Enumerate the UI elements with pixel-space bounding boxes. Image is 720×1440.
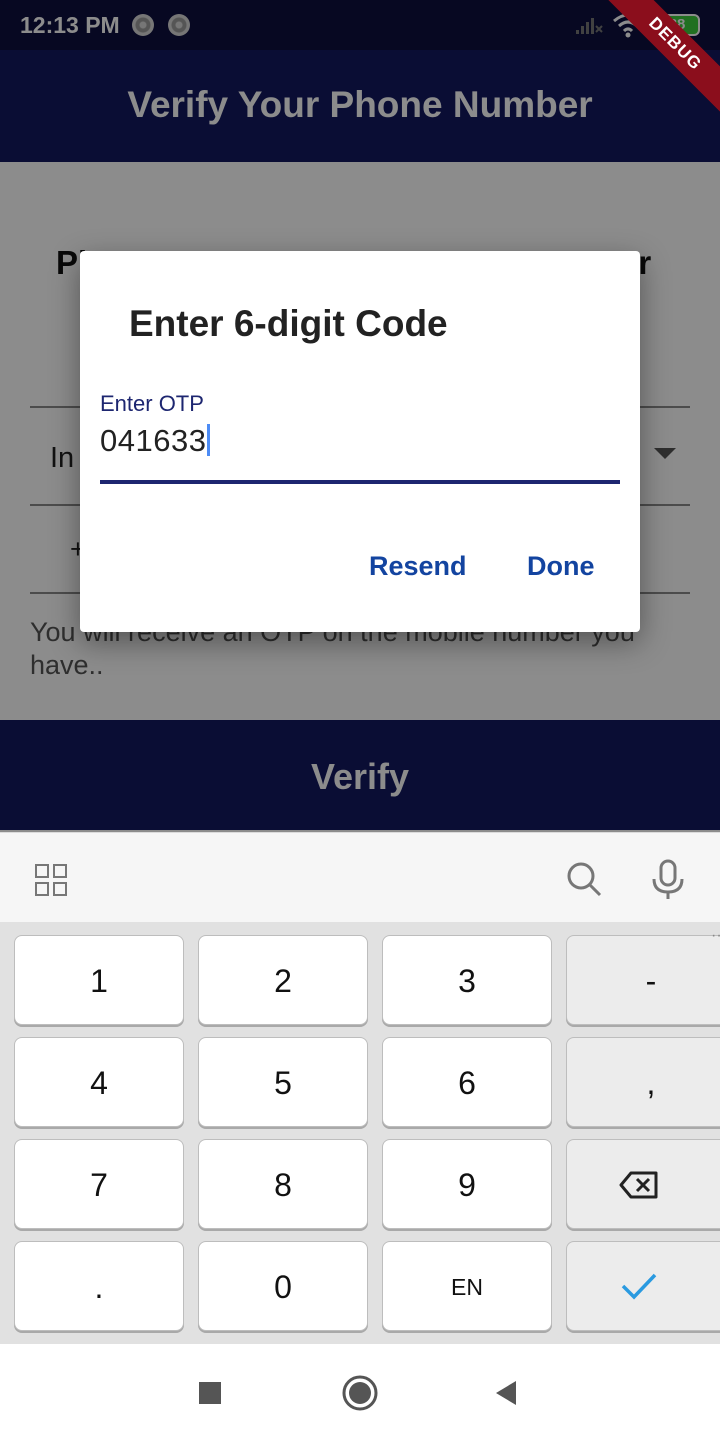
- key-minus-label: -: [645, 963, 657, 999]
- key-6[interactable]: 6: [382, 1037, 552, 1127]
- key-comma[interactable]: ,: [566, 1037, 720, 1127]
- enter-key[interactable]: [566, 1241, 720, 1331]
- keyboard-toolbar: [0, 832, 720, 922]
- key-0[interactable]: 0: [198, 1241, 368, 1331]
- text-cursor: [207, 424, 211, 456]
- otp-input-value: 041633: [100, 423, 207, 458]
- system-nav-bar: [0, 1344, 720, 1440]
- key-2[interactable]: 2: [198, 935, 368, 1025]
- key-8[interactable]: 8: [198, 1139, 368, 1229]
- key-7[interactable]: 7: [14, 1139, 184, 1229]
- checkmark-icon: [621, 1273, 657, 1300]
- key-period[interactable]: .: [14, 1241, 184, 1331]
- key-3[interactable]: 3: [382, 935, 552, 1025]
- otp-dialog: Enter 6-digit Code Enter OTP 041633 Rese…: [80, 251, 640, 632]
- dialog-title: Enter 6-digit Code: [129, 303, 448, 344]
- language-key[interactable]: EN: [382, 1241, 552, 1331]
- otp-input-underline: [100, 480, 620, 484]
- mic-icon[interactable]: [650, 859, 686, 901]
- key-1[interactable]: 1: [14, 935, 184, 1025]
- key-5[interactable]: 5: [198, 1037, 368, 1127]
- home-icon[interactable]: [340, 1373, 380, 1413]
- numeric-keyboard: 1 2 3 - ··· 4 5 6 , 7 8 9 . 0 EN: [0, 922, 720, 1344]
- grid-icon[interactable]: [34, 863, 68, 897]
- search-icon[interactable]: [564, 859, 604, 899]
- back-icon[interactable]: [492, 1379, 520, 1407]
- key-minus[interactable]: - ···: [566, 927, 720, 1025]
- more-options-icon: ···: [711, 927, 720, 944]
- otp-field-label: Enter OTP: [100, 391, 204, 416]
- recents-icon[interactable]: [198, 1381, 222, 1405]
- done-button[interactable]: Done: [527, 551, 595, 582]
- resend-button[interactable]: Resend: [369, 551, 467, 582]
- otp-input[interactable]: 041633: [100, 423, 211, 459]
- backspace-icon: [619, 1171, 658, 1199]
- backspace-key[interactable]: [566, 1139, 720, 1229]
- key-4[interactable]: 4: [14, 1037, 184, 1127]
- key-9[interactable]: 9: [382, 1139, 552, 1229]
